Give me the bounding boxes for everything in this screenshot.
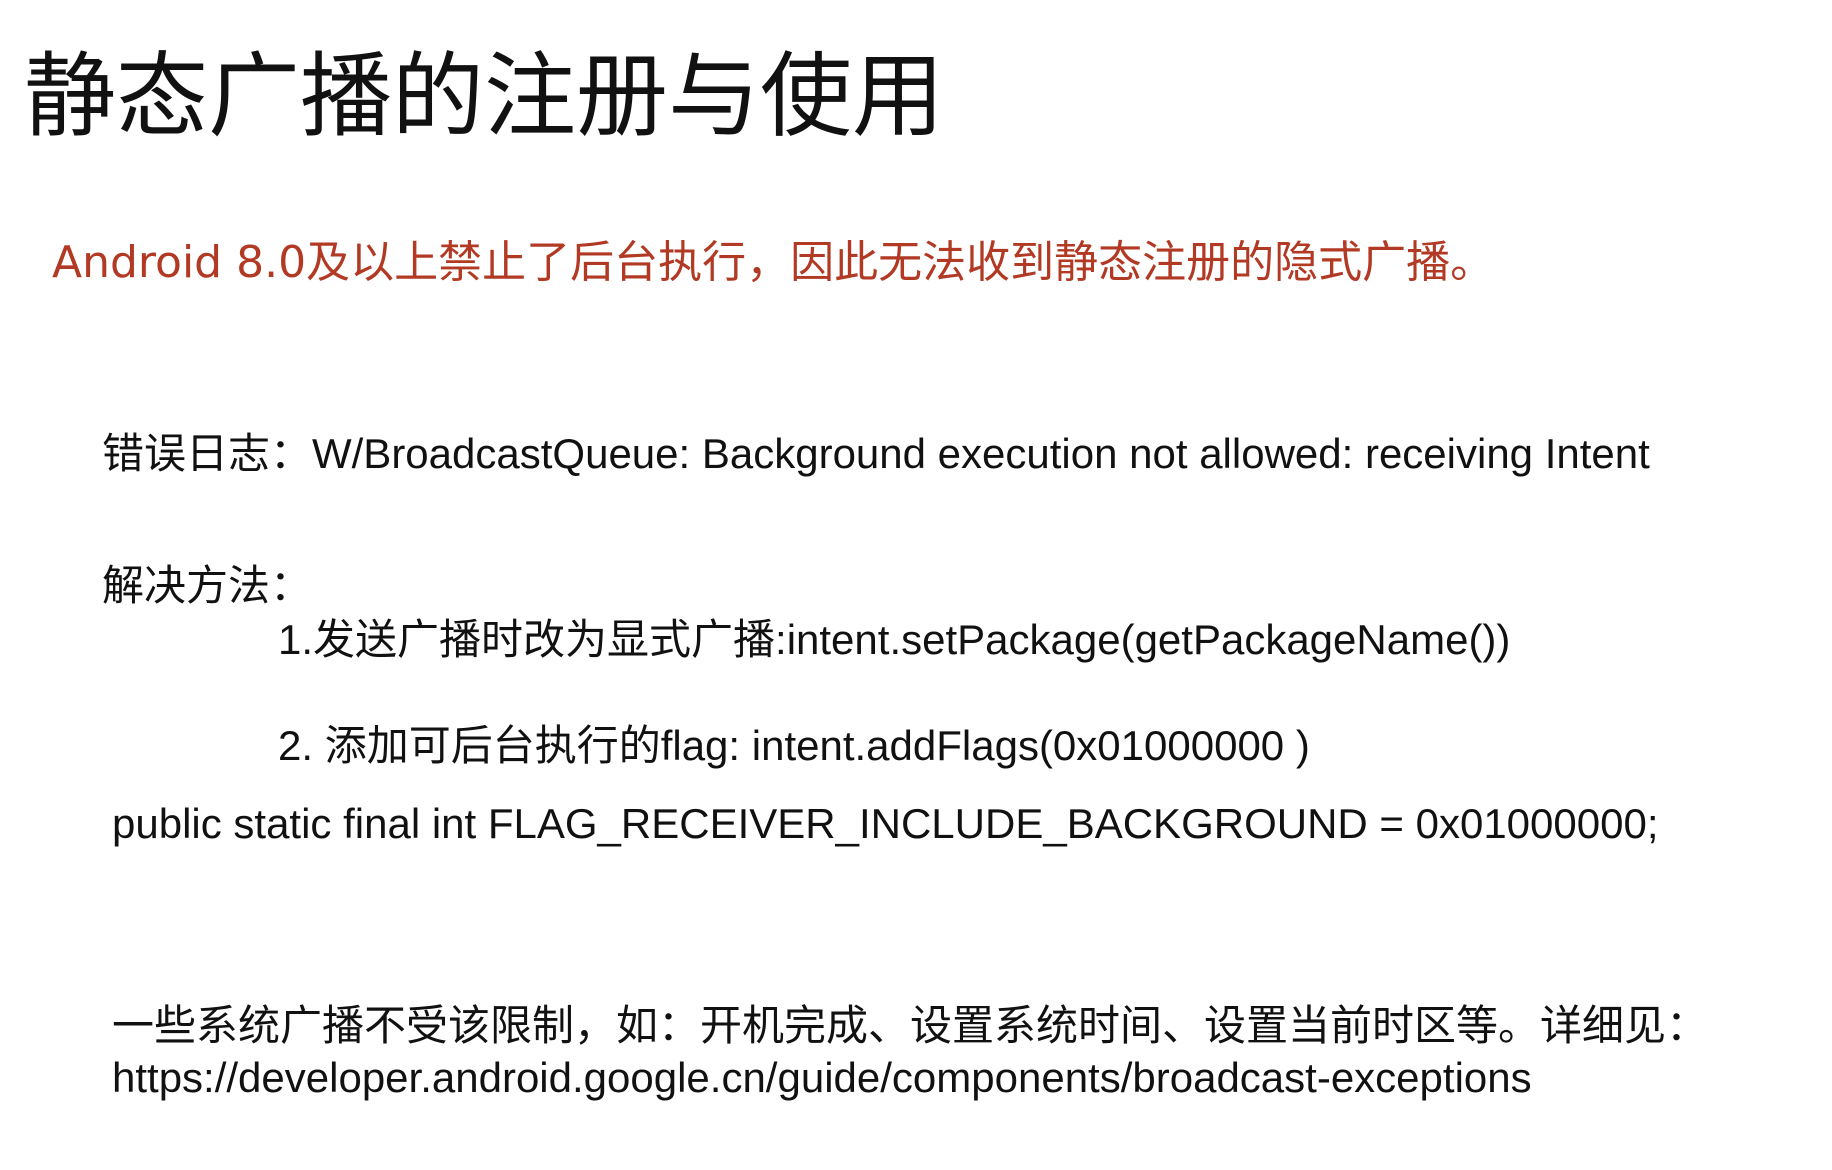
solution-step-explicit-broadcast: 1.发送广播时改为显式广播:intent.setPackage(getPacka…	[278, 616, 1511, 663]
slide-title: 静态广播的注册与使用	[24, 43, 945, 150]
exceptions-note: 一些系统广播不受该限制，如：开机完成、设置系统时间、设置当前时区等。详细见：	[112, 1002, 1709, 1049]
solution-heading: 解决方法：	[102, 562, 313, 609]
error-log-line: 错误日志：W/BroadcastQueue: Background execut…	[102, 430, 1650, 477]
solution-step-add-flag: 2. 添加可后台执行的flag: intent.addFlags(0x01000…	[278, 722, 1310, 769]
exceptions-link[interactable]: https://developer.android.google.cn/guid…	[112, 1052, 1532, 1104]
android-8-warning: Android 8.0及以上禁止了后台执行，因此无法收到静态注册的隐式广播。	[52, 237, 1495, 288]
flag-constant-declaration: public static final int FLAG_RECEIVER_IN…	[112, 800, 1659, 847]
